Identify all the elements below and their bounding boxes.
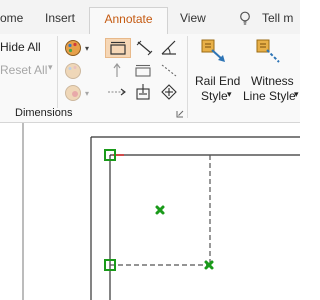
dimension-color-disabled-icon: ▾	[65, 85, 89, 101]
ribbon-panel: Hide All Reset All ▾ ▾ ▾ Dimensions Rail…	[0, 34, 300, 123]
selection-handle-bottom-right[interactable]	[204, 260, 214, 270]
aligned-dimension-icon[interactable]	[136, 40, 154, 56]
center-handle[interactable]	[155, 205, 165, 215]
baseline-dimension-icon[interactable]	[134, 64, 152, 77]
group-separator	[57, 36, 58, 108]
angular-dimension-icon[interactable]	[160, 39, 178, 56]
rail-end-style-label[interactable]: Rail End	[195, 74, 240, 88]
ribbon-tab-bar: ome Insert Annotate View Tell m	[0, 0, 300, 35]
lightbulb-icon	[240, 11, 250, 25]
chain-dimension-icon[interactable]	[160, 63, 178, 78]
witness-line-style-label-2[interactable]: Line Style	[243, 89, 296, 103]
dimension-icon[interactable]	[109, 41, 127, 55]
hide-all-button[interactable]: Hide All	[0, 40, 41, 54]
witness-line-style-dropdown-arrow[interactable]: ▾	[294, 89, 299, 100]
dimension-style-icon[interactable]: ▾	[64, 39, 92, 57]
rail-end-style-icon[interactable]	[201, 38, 227, 64]
tab-view[interactable]: View	[180, 11, 206, 25]
tell-me-search[interactable]: Tell m	[262, 11, 293, 25]
dimensions-group-label: Dimensions	[15, 107, 73, 119]
datum-dimension-icon[interactable]	[160, 83, 178, 101]
svg-text:▾: ▾	[85, 89, 89, 98]
drawing-canvas[interactable]	[0, 123, 300, 300]
rail-end-style-dropdown-arrow[interactable]: ▾	[227, 89, 232, 100]
drawing-svg[interactable]	[0, 123, 300, 300]
point-dimension-icon[interactable]	[134, 83, 152, 101]
arrow-dimension-icon[interactable]	[107, 86, 129, 98]
tab-home[interactable]: ome	[0, 11, 23, 25]
reset-all-button[interactable]: Reset All	[0, 63, 47, 77]
witness-line-style-icon[interactable]	[256, 38, 282, 64]
tab-insert[interactable]: Insert	[45, 11, 75, 25]
rail-end-style-label-2[interactable]: Style	[201, 89, 228, 103]
reset-all-dropdown-arrow[interactable]: ▾	[48, 62, 53, 73]
svg-text:▾: ▾	[85, 44, 89, 53]
group-separator	[187, 36, 188, 118]
tab-annotate[interactable]: Annotate	[89, 7, 168, 35]
ordinate-dimension-icon[interactable]	[111, 62, 123, 78]
dialog-launcher-icon[interactable]	[176, 110, 184, 118]
dimension-style-disabled-icon	[65, 63, 81, 79]
witness-line-style-label[interactable]: Witness	[251, 74, 294, 88]
